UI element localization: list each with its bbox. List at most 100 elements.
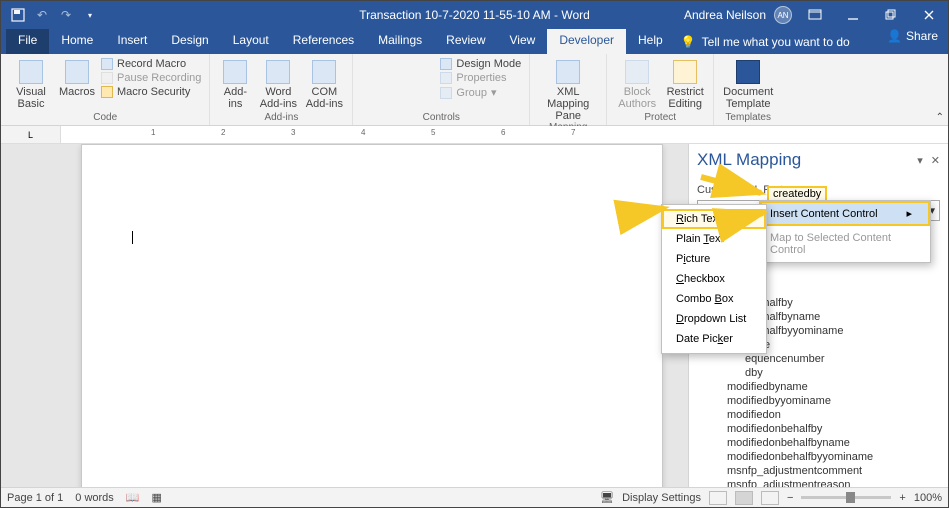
menu-dropdown-list[interactable]: Dropdown List (662, 309, 766, 329)
control-richtext-icon[interactable] (361, 58, 375, 72)
macros-icon (65, 60, 89, 84)
control-gallery-icon[interactable] (418, 58, 432, 72)
restore-icon[interactable] (876, 1, 906, 29)
display-settings[interactable]: Display Settings (622, 492, 701, 504)
tree-item[interactable]: msnfp_adjustmentreason (697, 478, 940, 487)
visual-basic-button[interactable]: Visual Basic (9, 58, 53, 110)
record-macro-button[interactable]: Record Macro (101, 58, 201, 70)
tree-item[interactable]: modifiedbyname (697, 380, 940, 394)
control-combo-icon[interactable] (380, 75, 394, 89)
doc-template-icon (736, 60, 760, 84)
read-mode-icon[interactable] (709, 491, 727, 505)
collapse-ribbon-icon[interactable]: ⌃ (936, 112, 944, 123)
menu-picture[interactable]: Picture (662, 249, 766, 269)
save-icon[interactable] (11, 8, 25, 22)
tab-home[interactable]: Home (49, 29, 105, 54)
page[interactable] (81, 144, 663, 487)
menu-checkbox[interactable]: Checkbox (662, 269, 766, 289)
menu-combo-box[interactable]: Combo Box (662, 289, 766, 309)
share-button[interactable]: 👤 Share (887, 29, 938, 43)
ribbon-display-icon[interactable] (800, 1, 830, 29)
status-page[interactable]: Page 1 of 1 (7, 492, 63, 504)
tab-design[interactable]: Design (159, 29, 220, 54)
control-picture-icon[interactable] (399, 58, 413, 72)
print-layout-icon[interactable] (735, 491, 753, 505)
tree-item[interactable]: msnfp_adjustmentcomment (697, 464, 940, 478)
com-addins-label: COM Add-ins (304, 86, 344, 110)
menu-insert-content-control[interactable]: Insert Content Control▸ (760, 201, 930, 226)
control-checkbox-icon[interactable] (361, 75, 375, 89)
control-date-icon[interactable] (418, 75, 432, 89)
tab-file[interactable]: File (6, 29, 49, 54)
zoom-slider[interactable] (801, 496, 891, 499)
zoom-handle[interactable] (846, 492, 855, 503)
restrict-editing-button[interactable]: Restrict Editing (665, 58, 705, 110)
pane-options-icon[interactable]: ▾ (917, 154, 923, 167)
ruler: L 1234567 (1, 126, 948, 144)
minimize-icon[interactable] (838, 1, 868, 29)
macro-security-button[interactable]: Macro Security (101, 86, 201, 98)
group-button[interactable]: Group ▾ (440, 86, 521, 99)
tab-layout[interactable]: Layout (221, 29, 281, 54)
tab-insert[interactable]: Insert (105, 29, 159, 54)
tab-developer[interactable]: Developer (547, 29, 626, 54)
zoom-level[interactable]: 100% (914, 492, 942, 504)
control-dropdown-icon[interactable] (399, 75, 413, 89)
document-template-button[interactable]: Document Template (722, 58, 774, 110)
control-legacy-icon[interactable] (380, 92, 394, 106)
horizontal-ruler[interactable]: 1234567 (61, 126, 948, 143)
undo-icon[interactable]: ↶ (35, 8, 49, 22)
word-addins-button[interactable]: Word Add-ins (258, 58, 298, 110)
com-addins-icon (312, 60, 336, 84)
block-authors-label: Block Authors (615, 86, 659, 110)
zoom-in-button[interactable]: + (899, 492, 905, 504)
menu-date-picker[interactable]: Date Picker (662, 329, 766, 349)
tab-references[interactable]: References (281, 29, 366, 54)
tab-mailings[interactable]: Mailings (366, 29, 434, 54)
avatar[interactable]: AN (774, 6, 792, 24)
ruler-tab-selector[interactable]: L (1, 126, 61, 143)
spell-check-icon[interactable]: 📖 (126, 491, 140, 504)
tree-item[interactable]: dby (697, 366, 940, 380)
macros-button[interactable]: Macros (59, 58, 95, 98)
document-area[interactable] (15, 144, 688, 487)
user-name[interactable]: Andrea Neilson (684, 8, 766, 22)
tree-item[interactable]: modifiedonbehalfby (697, 422, 940, 436)
com-addins-button[interactable]: COM Add-ins (304, 58, 344, 110)
group-controls-label: Controls (361, 112, 521, 123)
tab-help[interactable]: Help (626, 29, 675, 54)
addins-button[interactable]: Add-ins (218, 58, 252, 110)
pause-icon (101, 72, 113, 84)
redo-icon[interactable]: ↷ (59, 8, 73, 22)
close-icon[interactable] (914, 1, 944, 29)
tree-item[interactable]: modifiedbyyominame (697, 394, 940, 408)
menu-date-label: Date Picker (676, 333, 733, 345)
block-authors-button[interactable]: Block Authors (615, 58, 659, 110)
vertical-ruler[interactable] (1, 144, 15, 487)
pane-close-icon[interactable]: ✕ (931, 154, 940, 167)
tree-item[interactable]: equencenumber (697, 352, 940, 366)
group-controls: Design Mode Properties Group ▾ Controls (353, 54, 530, 125)
web-layout-icon[interactable] (761, 491, 779, 505)
xml-mapping-button[interactable]: XML Mapping Pane (538, 58, 598, 122)
tree-item[interactable]: modifiedonbehalfbyyominame (697, 450, 940, 464)
control-plaintext-icon[interactable] (380, 58, 394, 72)
tab-view[interactable]: View (498, 29, 548, 54)
menu-combo-label: Combo Box (676, 293, 734, 305)
zoom-out-button[interactable]: − (787, 492, 793, 504)
design-mode-button[interactable]: Design Mode (440, 58, 521, 70)
macro-status-icon[interactable]: ▦ (152, 491, 162, 504)
group-protect-label: Protect (615, 112, 705, 123)
pause-recording-button[interactable]: Pause Recording (101, 72, 201, 84)
lightbulb-icon: 💡 (681, 35, 696, 49)
tree-item[interactable]: modifiedonbehalfbyname (697, 436, 940, 450)
tab-review[interactable]: Review (434, 29, 497, 54)
status-words[interactable]: 0 words (75, 492, 114, 504)
tree-item[interactable]: modifiedon (697, 408, 940, 422)
doc-title: Transaction 10-7-2020 11-55-10 AM (359, 8, 550, 22)
properties-button[interactable]: Properties (440, 72, 521, 84)
qat-dropdown-icon[interactable]: ▾ (83, 8, 97, 22)
control-repeating-icon[interactable] (361, 92, 375, 106)
tell-me[interactable]: 💡 Tell me what you want to do (681, 29, 850, 54)
display-settings-icon: 🖥 (600, 491, 614, 504)
